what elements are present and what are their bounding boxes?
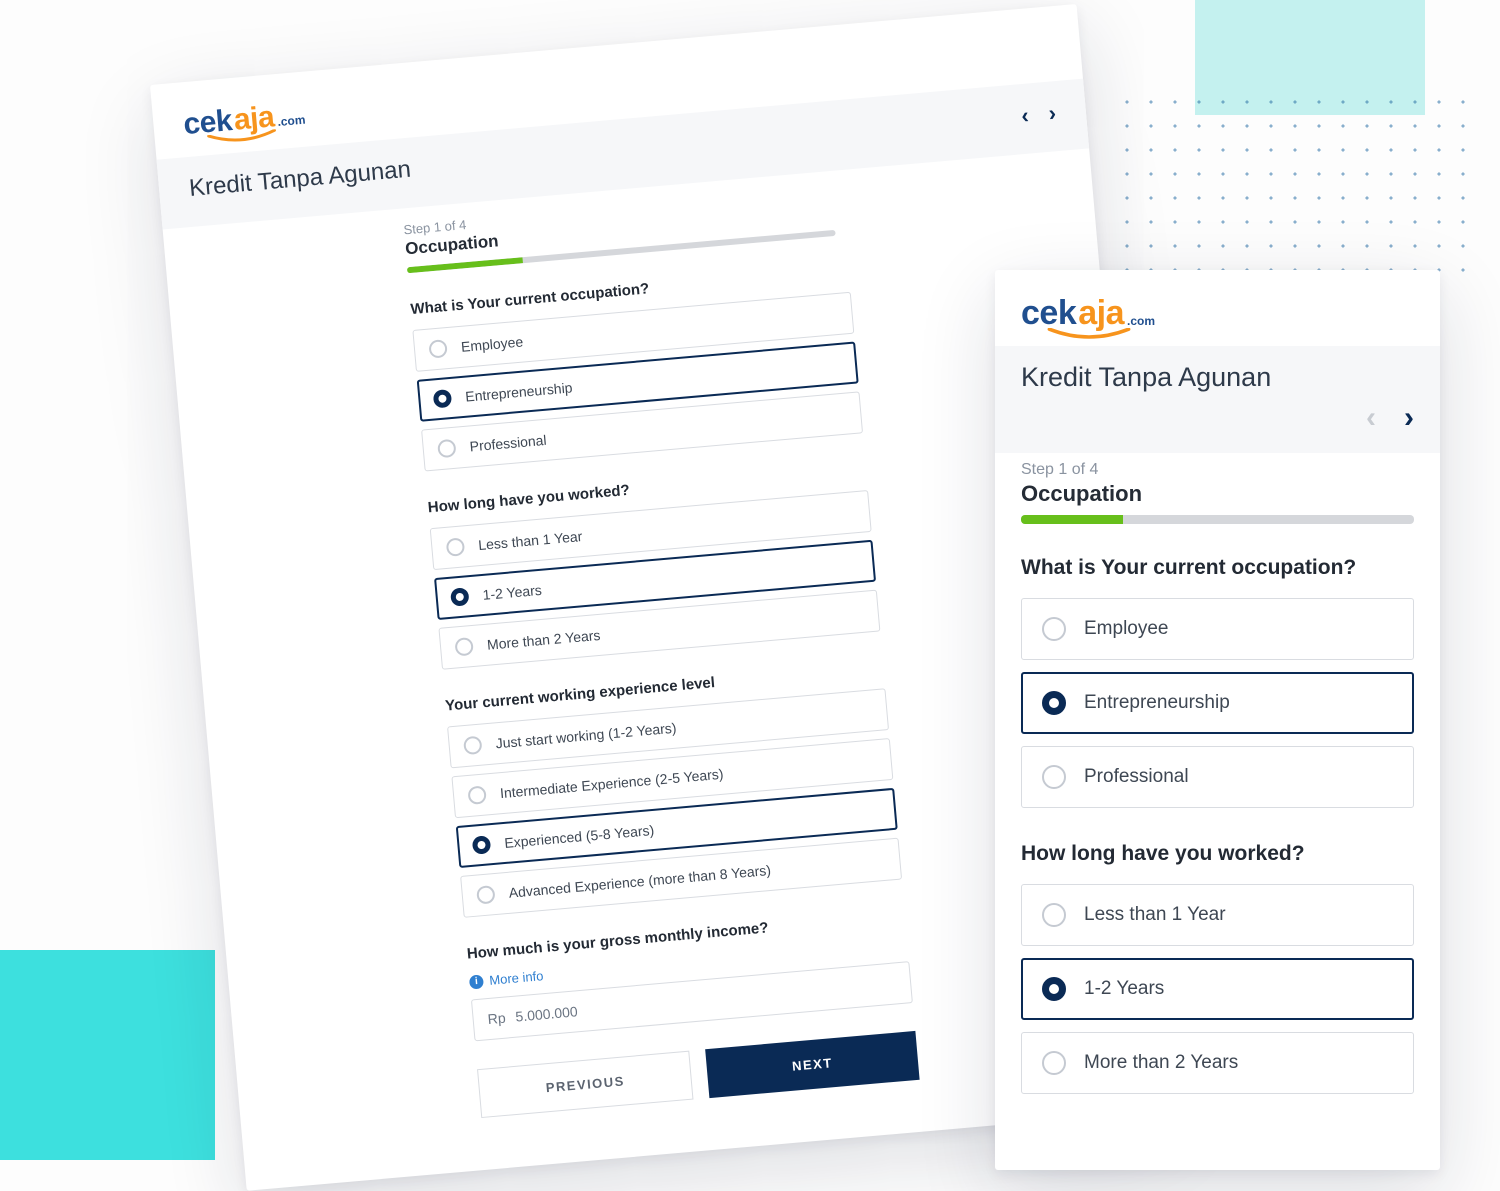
question-occupation: What is Your current occupation? Employe… xyxy=(410,263,863,472)
option-label: Just start working (1-2 Years) xyxy=(495,720,677,752)
option-label: Professional xyxy=(1084,766,1189,788)
income-value: 5.000.000 xyxy=(515,1003,578,1024)
radio-option[interactable]: 1-2 Years xyxy=(1021,958,1414,1020)
next-step-button[interactable]: › xyxy=(1404,403,1414,433)
step-name: Occupation xyxy=(1021,481,1414,507)
form-area: What is Your current occupation? Employe… xyxy=(407,235,919,1118)
option-label: Advanced Experience (more than 8 Years) xyxy=(508,862,771,901)
question-label: What is Your current occupation? xyxy=(1021,556,1414,580)
radio-icon xyxy=(450,587,470,607)
logo-row: cek aja .com xyxy=(995,270,1440,346)
option-label: Entrepreneurship xyxy=(465,379,573,404)
logo-part-cek: cek xyxy=(1021,294,1076,333)
nav-arrows: ‹ › xyxy=(1020,102,1056,127)
prev-step-button[interactable]: ‹ xyxy=(1020,105,1029,128)
radio-icon xyxy=(1042,903,1066,927)
radio-icon xyxy=(1042,765,1066,789)
radio-option-entrepreneurship[interactable]: Entrepreneurship xyxy=(1021,672,1414,734)
next-button[interactable]: NEXT xyxy=(705,1031,919,1098)
radio-icon xyxy=(472,835,492,855)
logo-suffix: .com xyxy=(276,113,307,134)
progress-bar xyxy=(1021,515,1414,524)
currency-prefix: Rp xyxy=(487,1010,506,1027)
question-experience: Your current working experience level Ju… xyxy=(445,659,903,918)
radio-icon xyxy=(433,389,453,409)
logo-suffix: .com xyxy=(1126,314,1155,333)
radio-icon xyxy=(1042,977,1066,1001)
question-income: How much is your gross monthly income? i… xyxy=(466,907,913,1041)
radio-icon xyxy=(454,637,474,657)
prev-step-button[interactable]: ‹ xyxy=(1366,403,1376,433)
radio-icon xyxy=(1042,1051,1066,1075)
question-occupation: What is Your current occupation? Employe… xyxy=(1021,556,1414,808)
form-area: What is Your current occupation? Employe… xyxy=(995,524,1440,1094)
radio-option[interactable]: More than 2 Years xyxy=(1021,1032,1414,1094)
radio-icon xyxy=(467,785,487,805)
nav-arrows: ‹ › xyxy=(1021,403,1414,439)
radio-icon xyxy=(437,439,457,459)
radio-option[interactable]: Less than 1 Year xyxy=(1021,884,1414,946)
option-label: Employee xyxy=(460,333,523,354)
radio-icon xyxy=(446,537,466,557)
header-strip: Kredit Tanpa Agunan ‹ › xyxy=(995,346,1440,453)
radio-option-professional[interactable]: Professional xyxy=(1021,746,1414,808)
option-label: Less than 1 Year xyxy=(478,528,583,553)
logo-part-aja: aja xyxy=(1078,294,1124,333)
previous-button[interactable]: PREVIOUS xyxy=(477,1051,693,1118)
option-label: Less than 1 Year xyxy=(1084,904,1226,926)
button-row: PREVIOUS NEXT xyxy=(477,1031,920,1118)
option-label: More than 2 Years xyxy=(486,627,601,653)
decorative-dots xyxy=(1115,90,1475,290)
option-label: Entrepreneurship xyxy=(1084,692,1230,714)
radio-icon xyxy=(1042,691,1066,715)
radio-icon xyxy=(476,885,496,905)
question-tenure: How long have you worked? Less than 1 Ye… xyxy=(427,461,880,670)
radio-icon xyxy=(1042,617,1066,641)
next-step-button[interactable]: › xyxy=(1048,102,1057,125)
step-count: Step 1 of 4 xyxy=(1021,461,1414,479)
page-title: Kredit Tanpa Agunan xyxy=(1021,346,1414,393)
more-info-label: More info xyxy=(489,968,544,988)
radio-icon xyxy=(463,736,483,756)
progress-fill xyxy=(1021,515,1123,524)
question-label: How long have you worked? xyxy=(1021,842,1414,866)
question-tenure: How long have you worked? Less than 1 Ye… xyxy=(1021,842,1414,1094)
brand-logo: cek aja .com xyxy=(1021,294,1414,333)
option-label: Intermediate Experience (2-5 Years) xyxy=(499,766,724,801)
option-label: Professional xyxy=(469,432,547,455)
decorative-block-teal-large xyxy=(0,950,215,1160)
radio-icon xyxy=(428,339,448,359)
option-label: More than 2 Years xyxy=(1084,1052,1238,1074)
option-label: Employee xyxy=(1084,618,1169,640)
option-label: 1-2 Years xyxy=(1084,978,1164,1000)
radio-option-employee[interactable]: Employee xyxy=(1021,598,1414,660)
mobile-form-card: cek aja .com Kredit Tanpa Agunan ‹ › Ste… xyxy=(995,270,1440,1170)
step-indicator: Step 1 of 4 Occupation xyxy=(995,453,1440,524)
option-label: 1-2 Years xyxy=(482,582,542,603)
option-label: Experienced (5-8 Years) xyxy=(504,822,655,851)
info-icon: i xyxy=(469,974,484,989)
